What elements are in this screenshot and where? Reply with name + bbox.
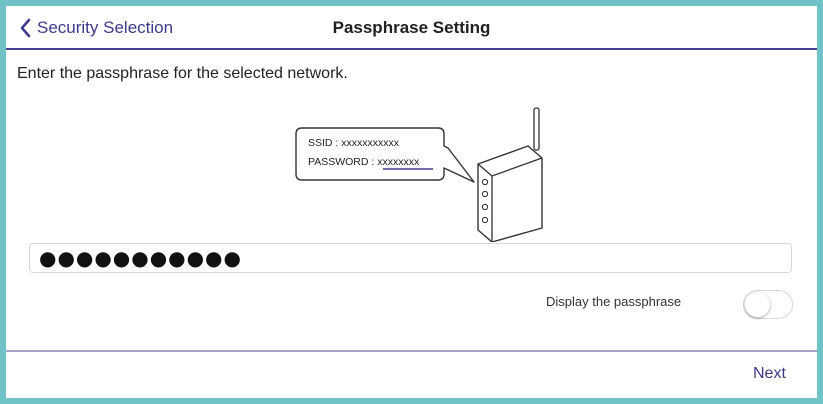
app-frame: Security Selection Passphrase Setting En… [0,0,823,404]
next-button[interactable]: Next [753,365,786,383]
display-passphrase-label: Display the passphrase [546,294,682,309]
router-illustration: SSID : xxxxxxxxxxx PASSWORD : xxxxxxxx [295,107,543,242]
display-passphrase-toggle[interactable] [743,290,793,319]
toggle-knob [745,292,770,317]
header-divider [6,48,817,50]
passphrase-input[interactable]: ●●●●●●●●●●● [29,243,792,273]
page-title: Passphrase Setting [332,18,491,37]
passphrase-value: ●●●●●●●●●●● [39,246,242,270]
password-value: xxxxxxxx [377,156,420,168]
instruction-text: Enter the passphrase for the selected ne… [17,65,348,82]
header-bar: Security Selection Passphrase Setting [6,6,817,50]
ssid-line: SSID : xxxxxxxxxxx [308,137,400,149]
footer-divider [6,350,817,352]
password-line: PASSWORD : xxxxxxxx [308,156,420,168]
password-label: PASSWORD : [308,156,377,168]
router-icon [477,107,543,242]
